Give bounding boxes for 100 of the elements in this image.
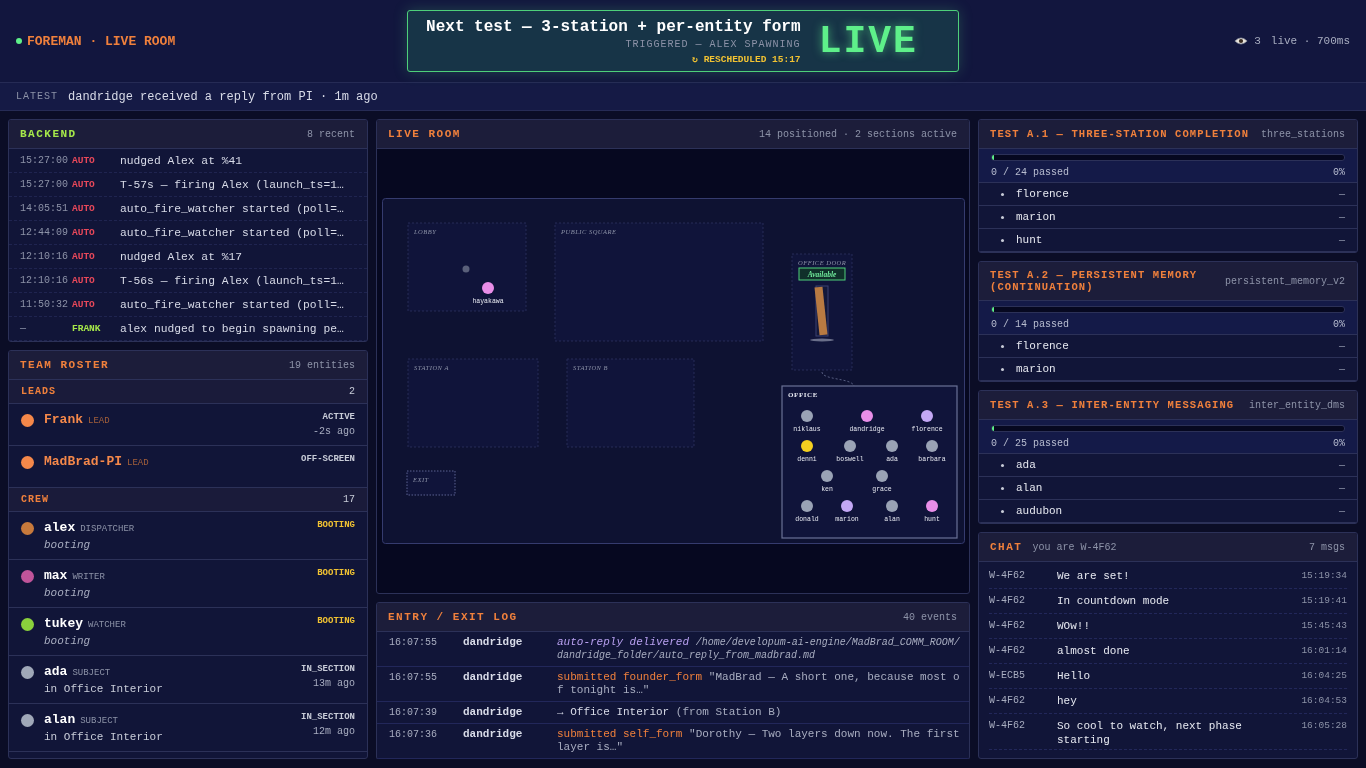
group-count: 17 bbox=[343, 494, 355, 505]
entity-status: BOOTING bbox=[317, 616, 355, 626]
event-time: 15:27:00 bbox=[20, 179, 69, 190]
event-source: AUTO bbox=[72, 275, 96, 286]
panel-count: 40 events bbox=[903, 611, 957, 623]
log-entity: dandridge bbox=[463, 728, 524, 742]
entity-role: SUBJECT bbox=[72, 668, 111, 678]
entity-name: hunt bbox=[1016, 234, 1044, 246]
entity-status: ACTIVE bbox=[322, 412, 355, 422]
event-message: auto_fire_watcher started (poll=… bbox=[120, 226, 345, 239]
log-event: auto-reply delivered /home/developum-ai-engine/MadBrad_COMM_ROOM/dandridge_folder/auto_reply_from_madbrad.md bbox=[557, 636, 961, 662]
chat-sender: W-4F62 bbox=[989, 569, 1026, 583]
entity-status: IN_SECTION bbox=[301, 712, 355, 722]
entity-role: WRITER bbox=[72, 572, 105, 582]
panel-title: LIVE ROOM bbox=[388, 128, 461, 140]
event-source: AUTO bbox=[72, 251, 96, 262]
entity-name: alan bbox=[1016, 482, 1044, 494]
event-source: AUTO bbox=[72, 203, 96, 214]
chat-message: Hello bbox=[1057, 669, 1091, 683]
passed-count: 0 / 24 passed bbox=[991, 167, 1069, 178]
log-time: 16:07:36 bbox=[389, 728, 438, 742]
entity-role: SUBJECT bbox=[80, 716, 119, 726]
log-entity: dandridge bbox=[463, 636, 524, 650]
chat-sender: W-4F62 bbox=[989, 694, 1026, 708]
event-message: alex nudged to begin spawning pe… bbox=[120, 322, 345, 335]
event-message: auto_fire_watcher started (poll=… bbox=[120, 202, 345, 215]
group-count: 2 bbox=[349, 386, 355, 397]
chat-sender: W-4F62 bbox=[989, 594, 1026, 608]
entity-role: WATCHER bbox=[88, 620, 126, 630]
event-time: 12:44:09 bbox=[20, 227, 69, 238]
entity-location: booting bbox=[44, 635, 92, 647]
entity-last-seen: 13m ago bbox=[313, 678, 355, 689]
entity-name: florence bbox=[1016, 340, 1070, 352]
entity-location: in Office Interior bbox=[44, 683, 164, 695]
event-source: AUTO bbox=[72, 155, 96, 166]
log-event: submitted founder_form "MadBrad — A short one, because most of tonight is…" bbox=[557, 671, 961, 697]
roster-item[interactable]: alex DISPATCHER booting BOOTING bbox=[9, 512, 367, 560]
entity-role: LEAD bbox=[88, 416, 110, 426]
test-result: — bbox=[1339, 363, 1345, 375]
event-message: auto_fire_watcher started (poll=… bbox=[120, 298, 345, 311]
chat-time: 16:01:14 bbox=[1300, 644, 1347, 658]
entity-name: alan bbox=[44, 712, 76, 727]
event-message: T-56s — firing Alex (launch_ts=1… bbox=[120, 274, 345, 287]
entity-name: tukey bbox=[44, 616, 83, 631]
entity-role: DISPATCHER bbox=[80, 524, 135, 534]
bullet-icon bbox=[1001, 367, 1004, 371]
roster-item[interactable]: max WRITER booting BOOTING bbox=[9, 560, 367, 608]
entity-location: in Office Interior bbox=[44, 731, 164, 743]
chat-sender: W-4F62 bbox=[989, 619, 1026, 633]
chat-time: 16:05:28 bbox=[1300, 719, 1347, 733]
test-result: — bbox=[1339, 340, 1345, 352]
panel-count: 7 msgs bbox=[1309, 541, 1345, 553]
pass-percent: 0% bbox=[1333, 319, 1345, 330]
test-result: — bbox=[1339, 459, 1345, 471]
entity-role: LEAD bbox=[127, 458, 149, 468]
roster-item[interactable]: ada SUBJECT in Office Interior IN_SECTION 13m ago bbox=[9, 656, 367, 704]
panel-title: TEST A.1 — THREE-STATION COMPLETION bbox=[990, 128, 1250, 140]
chat-time: 15:19:41 bbox=[1300, 594, 1347, 608]
chat-message: We are set! bbox=[1057, 569, 1131, 583]
live-indicator: LIVE bbox=[818, 19, 918, 63]
roster-item[interactable]: alan SUBJECT in Office Interior IN_SECTION 12m ago bbox=[9, 704, 367, 752]
log-entity: dandridge bbox=[463, 671, 524, 685]
test-result: — bbox=[1339, 505, 1345, 517]
entity-status: OFF-SCREEN bbox=[301, 454, 355, 464]
roster-item[interactable]: Frank LEAD ACTIVE -2s ago bbox=[9, 404, 367, 446]
zone-outline bbox=[406, 470, 456, 496]
pass-percent: 0% bbox=[1333, 438, 1345, 449]
log-event: submitted self_form "Dorothy — Two layers down now. The first layer is…" bbox=[557, 728, 961, 754]
chat-sender: W-4F62 bbox=[989, 719, 1026, 733]
entity-location: booting bbox=[44, 539, 92, 551]
panel-count: 8 recent bbox=[307, 128, 355, 140]
rescheduled-label: ↻ RESCHEDULED 15:17 bbox=[692, 52, 801, 65]
test-result: — bbox=[1339, 211, 1345, 223]
passed-count: 0 / 25 passed bbox=[991, 438, 1069, 449]
entity-status: BOOTING bbox=[317, 520, 355, 530]
event-time: — bbox=[20, 323, 27, 334]
test-result: — bbox=[1339, 482, 1345, 494]
passed-count: 0 / 14 passed bbox=[991, 319, 1069, 330]
refresh-mode: live · 700ms bbox=[1270, 35, 1350, 47]
viewer-count: 3 bbox=[1254, 35, 1261, 47]
roster-item[interactable]: tukey WATCHER booting BOOTING bbox=[9, 608, 367, 656]
bullet-icon bbox=[1001, 486, 1004, 490]
test-code: inter_entity_dms bbox=[1249, 399, 1345, 411]
entity-name: max bbox=[44, 568, 68, 583]
event-time: 12:10:16 bbox=[20, 275, 69, 286]
panel-title: TEST A.2 — PERSISTENT MEMORY (CONTINUATION) bbox=[990, 269, 1199, 293]
log-time: 16:07:39 bbox=[389, 706, 438, 719]
connector-line bbox=[821, 371, 855, 387]
chat-message: hey bbox=[1057, 694, 1078, 708]
panel-title: CHAT bbox=[990, 541, 1023, 553]
entity-status: BOOTING bbox=[317, 568, 355, 578]
chat-message: WOw!! bbox=[1057, 619, 1091, 633]
entity-name: alex bbox=[44, 520, 76, 535]
chat-time: 16:04:25 bbox=[1300, 669, 1347, 683]
chat-message: In countdown mode bbox=[1057, 594, 1171, 608]
app-title: FOREMAN · LIVE ROOM bbox=[27, 33, 176, 49]
banner-subtitle: TRIGGERED — ALEX SPAWNING bbox=[625, 38, 801, 50]
test-result: — bbox=[1339, 234, 1345, 246]
chat-identity: you are W-4F62 bbox=[1032, 542, 1117, 553]
chat-time: 16:04:53 bbox=[1300, 694, 1347, 708]
